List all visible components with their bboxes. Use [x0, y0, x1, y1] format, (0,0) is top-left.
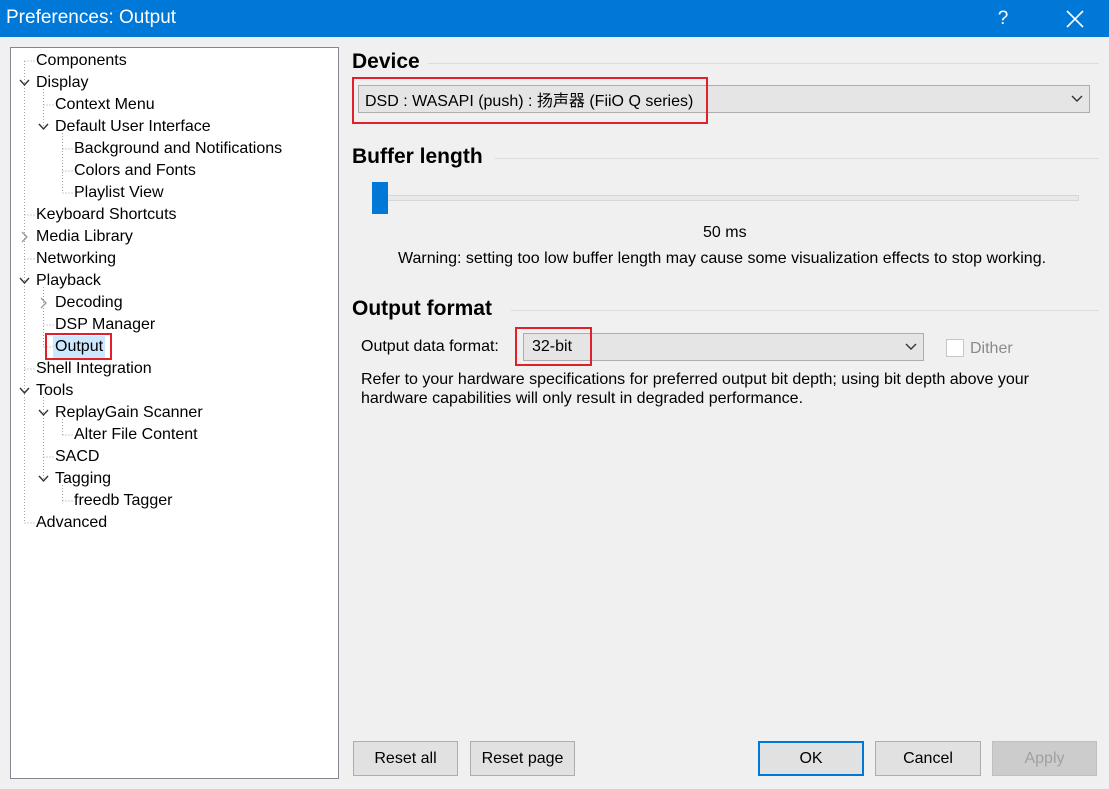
tree-item-default-user-interface[interactable]: Default User Interface: [53, 116, 213, 138]
ok-button[interactable]: OK: [758, 741, 864, 776]
title-bar: Preferences: Output ?: [0, 0, 1109, 37]
buffer-warning: Warning: setting too low buffer length m…: [398, 250, 1047, 267]
output-format-note-line1: Refer to your hardware specifications fo…: [361, 371, 1029, 388]
help-button[interactable]: ?: [975, 0, 1031, 37]
chevron-down-icon: [905, 343, 917, 350]
tree-item-replaygain-scanner[interactable]: ReplayGain Scanner: [53, 402, 205, 424]
buffer-section-title: Buffer length: [352, 145, 483, 168]
buffer-slider-thumb[interactable]: [372, 182, 388, 214]
tree-item-keyboard-shortcuts[interactable]: Keyboard Shortcuts: [34, 204, 179, 226]
device-dropdown-value: DSD : WASAPI (push) : 扬声器 (FiiO Q series…: [365, 93, 694, 110]
device-dropdown[interactable]: DSD : WASAPI (push) : 扬声器 (FiiO Q series…: [358, 85, 1090, 113]
device-section-divider: [428, 63, 1099, 64]
reset-all-button[interactable]: Reset all: [353, 741, 458, 776]
close-icon: [1066, 9, 1084, 28]
output-format-section-divider: [511, 310, 1099, 311]
tree-item-display[interactable]: Display: [34, 72, 90, 94]
tree-item-advanced[interactable]: Advanced: [34, 512, 109, 534]
tree-item-networking[interactable]: Networking: [34, 248, 118, 270]
close-button[interactable]: [1045, 0, 1105, 37]
tree-item-playlist-view[interactable]: Playlist View: [72, 182, 166, 204]
tree-item-dsp-manager[interactable]: DSP Manager: [53, 314, 157, 336]
buffer-section-divider: [495, 158, 1099, 159]
tree-item-shell-integration[interactable]: Shell Integration: [34, 358, 154, 380]
tree-item-decoding[interactable]: Decoding: [53, 292, 125, 314]
output-format-note-line2: hardware capabilities will only result i…: [361, 390, 804, 407]
tree-item-output[interactable]: Output: [53, 336, 106, 358]
tree-item-alter-file-content[interactable]: Alter File Content: [72, 424, 200, 446]
tree-item-tagging[interactable]: Tagging: [53, 468, 113, 490]
apply-button[interactable]: Apply: [992, 741, 1097, 776]
tree-item-tools[interactable]: Tools: [34, 380, 75, 402]
tree-item-components[interactable]: Components: [34, 50, 129, 72]
tree-item-sacd[interactable]: SACD: [53, 446, 101, 468]
tree-item-media-library[interactable]: Media Library: [34, 226, 135, 248]
device-section-title: Device: [352, 50, 420, 73]
output-format-section-title: Output format: [352, 297, 492, 320]
cancel-button[interactable]: Cancel: [875, 741, 981, 776]
chevron-down-icon: [1071, 95, 1083, 102]
output-data-format-value: 32-bit: [532, 338, 573, 355]
window-title: Preferences: Output: [6, 7, 177, 28]
output-data-format-dropdown[interactable]: 32-bit: [523, 333, 924, 361]
dither-checkbox[interactable]: [946, 339, 964, 357]
tree-item-context-menu[interactable]: Context Menu: [53, 94, 157, 116]
buffer-slider-track[interactable]: [372, 195, 1079, 201]
tree-item-colors-and-fonts[interactable]: Colors and Fonts: [72, 160, 198, 182]
tree-item-freedb-tagger[interactable]: freedb Tagger: [72, 490, 174, 512]
help-icon: ?: [997, 7, 1009, 29]
preferences-tree[interactable]: Components Display Context Menu Default …: [10, 47, 339, 779]
buffer-value: 50 ms: [703, 224, 747, 241]
dither-label: Dither: [970, 340, 1013, 357]
output-data-format-label: Output data format:: [361, 338, 499, 355]
tree-item-playback[interactable]: Playback: [34, 270, 103, 292]
tree-item-background-and-notifications[interactable]: Background and Notifications: [72, 138, 284, 160]
reset-page-button[interactable]: Reset page: [470, 741, 575, 776]
